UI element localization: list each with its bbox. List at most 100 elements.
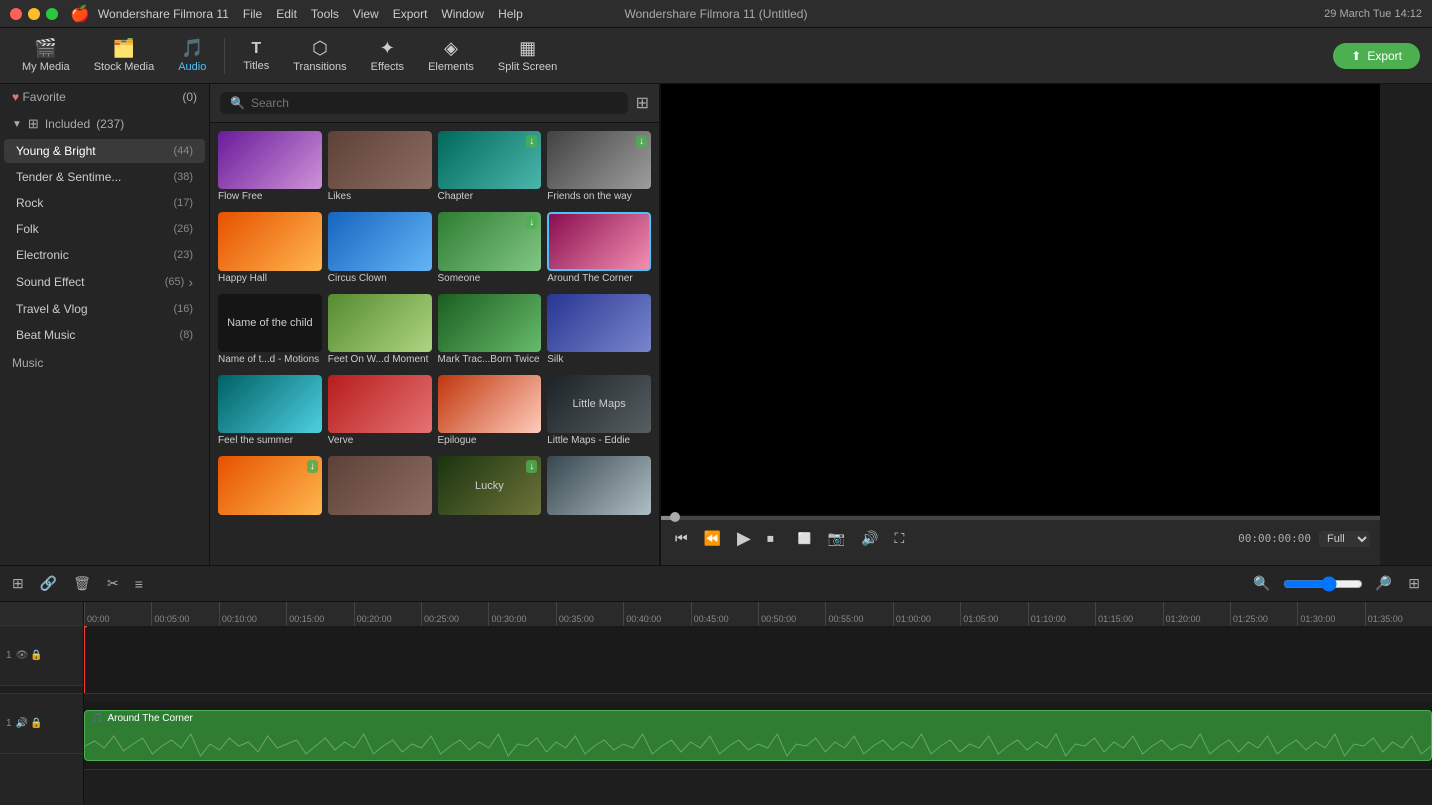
menu-window[interactable]: Window	[441, 7, 484, 21]
media-item-feel-the-summer[interactable]: Feel the summer	[218, 375, 322, 450]
sidebar-music-footer[interactable]: Music	[0, 348, 209, 378]
sidebar-item-electronic[interactable]: Electronic (23)	[4, 243, 205, 267]
media-item-likes[interactable]: Likes	[328, 131, 432, 206]
titlebar-right: 29 March Tue 14:12	[1324, 8, 1422, 20]
grid-toggle-icon[interactable]: ⊞	[636, 93, 649, 113]
timeline-list-button[interactable]: ≡	[131, 574, 147, 594]
search-box[interactable]: 🔍	[220, 92, 628, 114]
scroll-right-icon[interactable]: ›	[188, 274, 193, 290]
ruler-mark-3: 00:15:00	[286, 602, 353, 626]
media-item-flow-free[interactable]: Flow Free	[218, 131, 322, 206]
timeline-cut-button[interactable]: ✂	[103, 573, 123, 594]
toolbar-stock-media[interactable]: 🗂️ Stock Media	[84, 34, 165, 77]
menu-file[interactable]: File	[243, 7, 262, 21]
sidebar-item-folk[interactable]: Folk (26)	[4, 217, 205, 241]
media-item-chapter[interactable]: ↓Chapter	[438, 131, 542, 206]
titles-icon: T	[251, 40, 261, 58]
timeline-delete-button[interactable]: 🗑	[69, 573, 95, 594]
media-item-little-maps[interactable]: Little MapsLittle Maps - Eddie	[547, 375, 651, 450]
track-2-lock-icon[interactable]: 🔒	[30, 718, 42, 729]
sidebar-item-young-bright[interactable]: Young & Bright (44)	[4, 139, 205, 163]
timeline-tracks: 🎵 Around The Corner	[84, 626, 1432, 805]
media-label-item19	[438, 515, 542, 521]
preview-screenshot-button[interactable]: 📷	[824, 528, 849, 549]
search-input[interactable]	[251, 96, 618, 110]
toolbar-effects[interactable]: ✦ Effects	[361, 34, 414, 77]
track-labels: 1 👁 🔒 1 🔊 🔒	[0, 602, 84, 805]
menu-app[interactable]: Wondershare Filmora 11	[98, 7, 229, 21]
media-item-name-of-child[interactable]: Name of the childName of t...d - Motions	[218, 294, 322, 369]
timeline-link-button[interactable]: 🔗	[36, 573, 61, 594]
toolbar-titles[interactable]: T Titles	[233, 36, 279, 76]
menu-help[interactable]: Help	[498, 7, 523, 21]
media-item-item20[interactable]	[547, 456, 651, 520]
toolbar-my-media-label: My Media	[22, 61, 70, 73]
toolbar-stock-media-label: Stock Media	[94, 61, 155, 73]
traffic-lights[interactable]	[10, 8, 58, 20]
sidebar-young-bright-label: Young & Bright	[16, 144, 96, 158]
media-label-item17	[218, 515, 322, 521]
toolbar-my-media[interactable]: 🎬 My Media	[12, 34, 80, 77]
media-thumb-little-maps: Little Maps	[547, 375, 651, 433]
track-1-eye-icon[interactable]: 👁	[16, 650, 29, 661]
preview-caption-button[interactable]: ⬜	[794, 530, 816, 547]
preview-step-back-button[interactable]: ⏪	[700, 528, 725, 549]
audio-clip[interactable]: 🎵 Around The Corner	[84, 710, 1432, 761]
preview-rewind-button[interactable]: ⏮	[671, 528, 692, 549]
minimize-button[interactable]	[28, 8, 40, 20]
preview-stop-button[interactable]: ⏹	[763, 528, 778, 549]
sidebar-included-header[interactable]: ▼ ⊞ Included (237)	[0, 110, 209, 138]
playhead[interactable]	[84, 626, 85, 693]
media-item-silk[interactable]: Silk	[547, 294, 651, 369]
menu-view[interactable]: View	[353, 7, 379, 21]
sidebar-favorite[interactable]: ♥ Favorite (0)	[0, 84, 209, 110]
preview-progress-thumb[interactable]	[670, 512, 680, 522]
media-thumb-item19: Lucky↓	[438, 456, 542, 514]
audio-icon: 🎵	[181, 38, 203, 59]
timeline-zoom-slider[interactable]	[1283, 576, 1363, 592]
timeline-ruler: 00:0000:05:0000:10:0000:15:0000:20:0000:…	[84, 602, 1432, 626]
toolbar-elements[interactable]: ◈ Elements	[418, 34, 484, 77]
preview-fullscreen-button[interactable]: ⛶	[890, 528, 908, 549]
audio-clip-title: 🎵 Around The Corner	[85, 711, 1431, 726]
media-item-item17[interactable]: ↓	[218, 456, 322, 520]
media-item-friends-on-the-way[interactable]: ↓Friends on the way	[547, 131, 651, 206]
toolbar-audio[interactable]: 🎵 Audio	[168, 34, 216, 77]
menu-export[interactable]: Export	[393, 7, 428, 21]
menu-edit[interactable]: Edit	[276, 7, 297, 21]
menu-tools[interactable]: Tools	[311, 7, 339, 21]
export-button[interactable]: ⬆ Export	[1333, 43, 1420, 69]
preview-progress-bar[interactable]	[661, 516, 1380, 520]
timeline-grid-button[interactable]: ⊞	[1404, 573, 1424, 594]
media-item-circus-clown[interactable]: Circus Clown	[328, 212, 432, 287]
toolbar-split-screen[interactable]: ▦ Split Screen	[488, 34, 567, 77]
track-1-lock-icon[interactable]: 🔒	[30, 650, 42, 661]
media-item-verve[interactable]: Verve	[328, 375, 432, 450]
media-item-happy-hall[interactable]: Happy Hall	[218, 212, 322, 287]
media-label-flow-free: Flow Free	[218, 189, 322, 206]
stock-media-icon: 🗂️	[113, 38, 135, 59]
sidebar-item-rock[interactable]: Rock (17)	[4, 191, 205, 215]
timeline-zoom-out-button[interactable]: 🔍	[1249, 573, 1274, 594]
zoom-select[interactable]: Full 75% 50%	[1319, 531, 1370, 547]
timeline-zoom-in-button[interactable]: 🔎	[1371, 573, 1396, 594]
sidebar-item-beat-music[interactable]: Beat Music (8)	[4, 323, 205, 347]
media-item-item19[interactable]: Lucky↓	[438, 456, 542, 520]
sidebar-item-travel-vlog[interactable]: Travel & Vlog (16)	[4, 297, 205, 321]
timeline-add-track-button[interactable]: ⊞	[8, 573, 28, 594]
maximize-button[interactable]	[46, 8, 58, 20]
preview-play-button[interactable]: ▶	[733, 526, 755, 551]
media-item-item18[interactable]	[328, 456, 432, 520]
media-item-epilogue[interactable]: Epilogue	[438, 375, 542, 450]
sidebar-item-tender[interactable]: Tender & Sentime... (38)	[4, 165, 205, 189]
media-item-someone[interactable]: ↓Someone	[438, 212, 542, 287]
toolbar-transitions[interactable]: ⬡ Transitions	[283, 34, 356, 77]
preview-volume-button[interactable]: 🔊	[857, 528, 882, 549]
media-label-likes: Likes	[328, 189, 432, 206]
media-item-mark-trac[interactable]: Mark Trac...Born Twice	[438, 294, 542, 369]
track-2-audio-icon[interactable]: 🔊	[16, 718, 28, 729]
sidebar-item-sound-effect[interactable]: Sound Effect (65) ›	[4, 269, 205, 295]
media-item-around-the-corner[interactable]: Around The Corner	[547, 212, 651, 287]
media-item-feet-on-water[interactable]: Feet On W...d Moment	[328, 294, 432, 369]
close-button[interactable]	[10, 8, 22, 20]
